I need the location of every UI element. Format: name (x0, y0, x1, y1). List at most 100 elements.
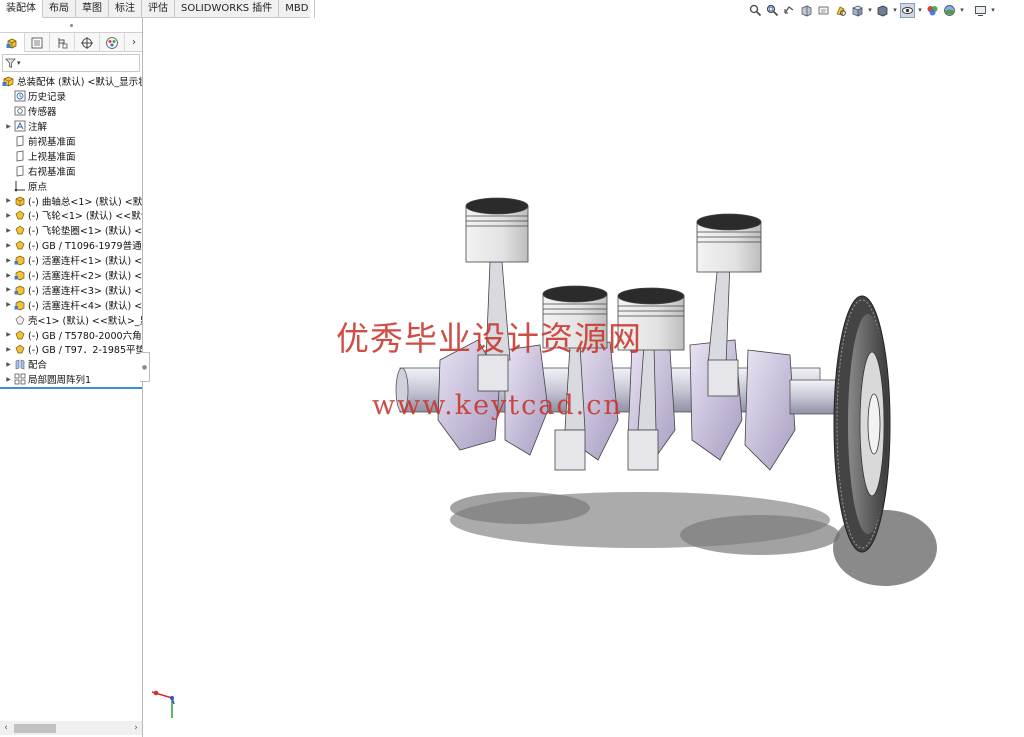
filter-icon (5, 58, 16, 68)
configuration-manager-tab[interactable] (50, 33, 75, 52)
solidworks-window: 装配体 布局 草图 标注 评估 SOLIDWORKS 插件 MBD ▾ ▾ ▾ … (0, 0, 1024, 737)
subassembly-icon (13, 254, 26, 267)
feature-manager-tab[interactable] (0, 33, 25, 52)
tree-item-front-plane[interactable]: 前视基准面 (0, 134, 142, 149)
tab-layout[interactable]: 布局 (43, 0, 76, 18)
expand-arrow-icon[interactable]: ▶ (4, 253, 13, 267)
section-view-icon[interactable] (799, 3, 814, 18)
chevron-down-icon[interactable]: ▾ (867, 3, 873, 18)
tree-item-flywheel[interactable]: ▶ (-) 飞轮<1> (默认) <<默认 (0, 208, 142, 223)
graphics-viewport[interactable] (144, 18, 1024, 737)
piston-1[interactable] (465, 197, 529, 263)
tree-item-gb-washer[interactable]: ▶ (-) GB / T97．2-1985平垫 (0, 342, 142, 357)
tree-item-right-plane[interactable]: 右视基准面 (0, 163, 142, 178)
chevron-down-icon[interactable]: ▾ (892, 3, 898, 18)
dynamic-annotation-icon[interactable] (816, 3, 831, 18)
tab-solidworks-addins[interactable]: SOLIDWORKS 插件 (175, 0, 280, 18)
hide-show-items-icon[interactable] (900, 2, 915, 18)
tree-item-label: 壳<1> (默认) <<默认>_显 (28, 315, 142, 327)
tree-root-assembly[interactable]: 总装配体 (默认) <默认_显示状 (0, 74, 142, 89)
dimxpert-manager-tab[interactable] (75, 33, 100, 52)
scroll-left-icon[interactable]: ‹ (0, 721, 12, 735)
expand-arrow-icon[interactable]: ▶ (4, 194, 13, 208)
view-settings-icon[interactable] (973, 3, 988, 18)
tab-mbd[interactable]: MBD (279, 0, 316, 18)
tree-item-piston-rod-1[interactable]: ▶ (-) 活塞连杆<1> (默认) <默 (0, 253, 142, 268)
tree-item-origin[interactable]: 原点 (0, 178, 142, 193)
tree-item-label: (-) GB / T5780-2000六角头 (28, 330, 142, 342)
expand-arrow-icon[interactable]: ▶ (4, 283, 13, 297)
plane-icon (13, 164, 26, 177)
tree-item-annotations[interactable]: ▶ 注解 (0, 119, 142, 134)
tree-item-piston-rod-4[interactable]: ▶ (-) 活塞连杆<4> (默认) <默 (0, 297, 142, 312)
tree-item-piston-rod-2[interactable]: ▶ (-) 活塞连杆<2> (默认) <默 (0, 268, 142, 283)
tree-filter[interactable]: ▾ (2, 54, 140, 72)
tab-sketch[interactable]: 草图 (76, 0, 109, 18)
tree-item-gb-key[interactable]: ▶ (-) GB / T1096-1979普通平 (0, 238, 142, 253)
expand-arrow-icon[interactable]: ▶ (4, 372, 13, 386)
tab-markup[interactable]: 标注 (109, 0, 142, 18)
assembly-icon (2, 75, 15, 88)
tree-item-circular-pattern[interactable]: ▶ 局部圆周阵列1 (0, 372, 142, 387)
part-icon (13, 209, 26, 222)
tree-item-piston-rod-3[interactable]: ▶ (-) 活塞连杆<3> (默认) <默 (0, 282, 142, 297)
tree-item-label: (-) 活塞连杆<4> (默认) <默 (28, 300, 142, 312)
tree-item-flywheel-washer[interactable]: ▶ (-) 飞轮垫圈<1> (默认) << (0, 223, 142, 238)
sensor-icon (13, 105, 26, 118)
flywheel[interactable] (833, 295, 891, 553)
chevron-down-icon: ▾ (17, 59, 21, 67)
expand-arrow-icon[interactable]: ▶ (4, 238, 13, 252)
expand-arrow-icon[interactable]: ▶ (4, 357, 13, 371)
expand-arrow-icon[interactable]: ▶ (4, 119, 13, 133)
panel-grip[interactable] (0, 18, 142, 32)
part-icon (13, 328, 26, 341)
chevron-down-icon[interactable]: ▾ (959, 3, 965, 18)
chevron-down-icon[interactable]: ▾ (990, 3, 996, 18)
zoom-to-fit-icon[interactable] (748, 3, 763, 18)
expand-arrow-icon[interactable]: ▶ (4, 268, 13, 282)
previous-view-icon[interactable] (782, 3, 797, 18)
tab-evaluate[interactable]: 评估 (142, 0, 175, 18)
chevron-down-icon[interactable]: ▾ (917, 3, 923, 18)
tree-item-shell[interactable]: 壳<1> (默认) <<默认>_显 (0, 312, 142, 327)
display-style-icon[interactable] (875, 3, 890, 18)
tree-item-label: 右视基准面 (28, 166, 76, 178)
tree-item-label: 上视基准面 (28, 151, 76, 163)
horizontal-scrollbar[interactable]: ‹ › (0, 721, 142, 735)
scrollbar-thumb[interactable] (14, 723, 56, 733)
tree-item-label: 前视基准面 (28, 137, 76, 148)
zoom-area-icon[interactable] (765, 3, 780, 18)
subassembly-icon (13, 269, 26, 282)
reference-triad (151, 690, 175, 718)
tree-item-top-plane[interactable]: 上视基准面 (0, 148, 142, 163)
expand-arrow-icon[interactable]: ▶ (4, 208, 13, 222)
tree-end-marker (0, 386, 142, 389)
part-outline-icon (13, 313, 26, 326)
view-orientation-icon[interactable] (850, 3, 865, 18)
expand-arrow-icon[interactable]: ▶ (4, 342, 13, 356)
tree-item-label: (-) GB / T1096-1979普通平 (28, 241, 142, 253)
property-manager-tab[interactable] (25, 33, 50, 52)
subassembly-icon (13, 283, 26, 296)
tree-item-gb-hex-bolt[interactable]: ▶ (-) GB / T5780-2000六角头 (0, 327, 142, 342)
tree-item-label: 局部圆周阵列1 (28, 375, 92, 387)
chevron-right-icon[interactable]: › (126, 33, 142, 52)
apply-scene-icon[interactable] (942, 3, 957, 18)
manager-tabs: › (0, 32, 142, 52)
expand-arrow-icon[interactable]: ▶ (4, 298, 13, 312)
tree-item-sensors[interactable]: 传感器 (0, 104, 142, 119)
edit-appearance-icon[interactable] (925, 3, 940, 18)
watermark-url: www.keytcad.cn (372, 390, 623, 421)
tree-item-crankshaft[interactable]: ▶ (-) 曲轴总<1> (默认) <默认 (0, 193, 142, 208)
display-manager-tab[interactable] (100, 33, 125, 52)
tree-item-mates[interactable]: ▶ 配合 (0, 357, 142, 372)
tree-item-history[interactable]: 历史记录 (0, 89, 142, 104)
expand-arrow-icon[interactable]: ▶ (4, 328, 13, 342)
history-icon (13, 90, 26, 103)
zoom-component-icon[interactable] (833, 3, 848, 18)
expand-arrow-icon[interactable]: ▶ (4, 223, 13, 237)
tree-item-label: 历史记录 (28, 92, 67, 104)
tab-assembly[interactable]: 装配体 (0, 0, 43, 18)
piston-4[interactable] (696, 213, 762, 273)
scroll-right-icon[interactable]: › (130, 721, 142, 735)
